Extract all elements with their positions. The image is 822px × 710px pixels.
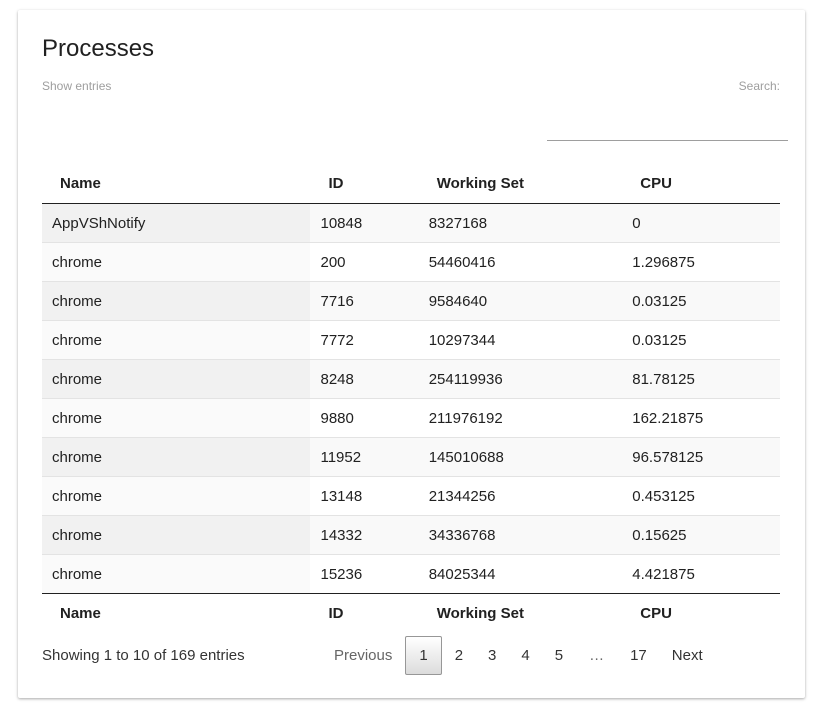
footer-header-id: ID xyxy=(310,593,419,633)
processes-card: Processes Show entries Search: Name ID W… xyxy=(18,10,805,698)
search-input[interactable] xyxy=(547,122,788,141)
previous-page-button[interactable]: Previous xyxy=(322,636,404,675)
cell-cpu: 0 xyxy=(622,203,780,243)
table-row[interactable]: chrome 7716 9584640 0.03125 xyxy=(42,281,780,321)
table-row[interactable]: chrome 7772 10297344 0.03125 xyxy=(42,320,780,360)
column-header-cpu[interactable]: CPU xyxy=(622,164,780,204)
processes-table: Name ID Working Set CPU AppVShNotify 1084… xyxy=(42,164,780,633)
cell-name: chrome xyxy=(42,281,311,321)
table-row[interactable]: chrome 9880 211976192 162.21875 xyxy=(42,398,780,438)
pagination: Previous 1 2 3 4 5 … 17 Next xyxy=(322,636,716,675)
cell-id: 14332 xyxy=(310,515,419,555)
table-row[interactable]: chrome 15236 84025344 4.421875 xyxy=(42,554,780,594)
cell-id: 9880 xyxy=(310,398,419,438)
page-button-4[interactable]: 4 xyxy=(509,636,541,675)
cell-name: chrome xyxy=(42,437,311,477)
cell-cpu: 81.78125 xyxy=(622,359,780,399)
cell-cpu: 0.03125 xyxy=(622,320,780,360)
table-info: Showing 1 to 10 of 169 entries xyxy=(42,647,245,664)
cell-id: 11952 xyxy=(310,437,419,477)
cell-working-set: 9584640 xyxy=(418,281,623,321)
cell-id: 15236 xyxy=(310,554,419,594)
table-row[interactable]: chrome 200 54460416 1.296875 xyxy=(42,242,780,282)
search-label: Search: xyxy=(738,79,780,93)
cell-id: 200 xyxy=(310,242,419,282)
cell-name: chrome xyxy=(42,320,311,360)
cell-working-set: 21344256 xyxy=(418,476,623,516)
cell-cpu: 0.15625 xyxy=(622,515,780,555)
cell-name: chrome xyxy=(42,398,311,438)
table-row[interactable]: chrome 14332 34336768 0.15625 xyxy=(42,515,780,555)
cell-id: 13148 xyxy=(310,476,419,516)
table-row[interactable]: chrome 8248 254119936 81.78125 xyxy=(42,359,780,399)
cell-cpu: 4.421875 xyxy=(622,554,780,594)
cell-working-set: 54460416 xyxy=(418,242,623,282)
cell-name: chrome xyxy=(42,242,311,282)
page-button-17[interactable]: 17 xyxy=(618,636,659,675)
table-footer-row: Name ID Working Set CPU xyxy=(42,593,780,633)
page-button-1[interactable]: 1 xyxy=(405,636,442,675)
table-row[interactable]: chrome 11952 145010688 96.578125 xyxy=(42,437,780,477)
cell-working-set: 34336768 xyxy=(418,515,623,555)
cell-working-set: 10297344 xyxy=(418,320,623,360)
column-header-working-set[interactable]: Working Set xyxy=(418,164,623,204)
cell-id: 8248 xyxy=(310,359,419,399)
cell-working-set: 145010688 xyxy=(418,437,623,477)
column-header-id[interactable]: ID xyxy=(310,164,419,204)
cell-cpu: 1.296875 xyxy=(622,242,780,282)
table-row[interactable]: AppVShNotify 10848 8327168 0 xyxy=(42,203,780,243)
cell-id: 7716 xyxy=(310,281,419,321)
cell-id: 7772 xyxy=(310,320,419,360)
cell-working-set: 211976192 xyxy=(418,398,623,438)
table-row[interactable]: chrome 13148 21344256 0.453125 xyxy=(42,476,780,516)
footer-header-cpu: CPU xyxy=(622,593,780,633)
page-ellipsis: … xyxy=(589,647,605,664)
cell-name: chrome xyxy=(42,515,311,555)
page-title: Processes xyxy=(42,35,155,62)
cell-cpu: 162.21875 xyxy=(622,398,780,438)
page-button-3[interactable]: 3 xyxy=(476,636,508,675)
cell-id: 10848 xyxy=(310,203,419,243)
cell-name: chrome xyxy=(42,554,311,594)
cell-working-set: 8327168 xyxy=(418,203,623,243)
cell-cpu: 96.578125 xyxy=(622,437,780,477)
cell-cpu: 0.03125 xyxy=(622,281,780,321)
cell-name: AppVShNotify xyxy=(42,203,311,243)
cell-cpu: 0.453125 xyxy=(622,476,780,516)
page-button-2[interactable]: 2 xyxy=(443,636,475,675)
page-number-list: 1 2 3 4 5 … 17 xyxy=(405,636,659,675)
cell-name: chrome xyxy=(42,476,311,516)
cell-name: chrome xyxy=(42,359,311,399)
page-button-5[interactable]: 5 xyxy=(543,636,575,675)
column-header-name[interactable]: Name xyxy=(42,164,311,204)
footer-header-name: Name xyxy=(42,593,311,633)
cell-working-set: 84025344 xyxy=(418,554,623,594)
table-header-row: Name ID Working Set CPU xyxy=(42,164,780,204)
next-page-button[interactable]: Next xyxy=(660,636,715,675)
table-body: AppVShNotify 10848 8327168 0 chrome 200 544604… xyxy=(42,203,780,594)
cell-working-set: 254119936 xyxy=(418,359,623,399)
show-entries-label: Show entries xyxy=(42,79,112,93)
footer-header-working-set: Working Set xyxy=(418,593,623,633)
